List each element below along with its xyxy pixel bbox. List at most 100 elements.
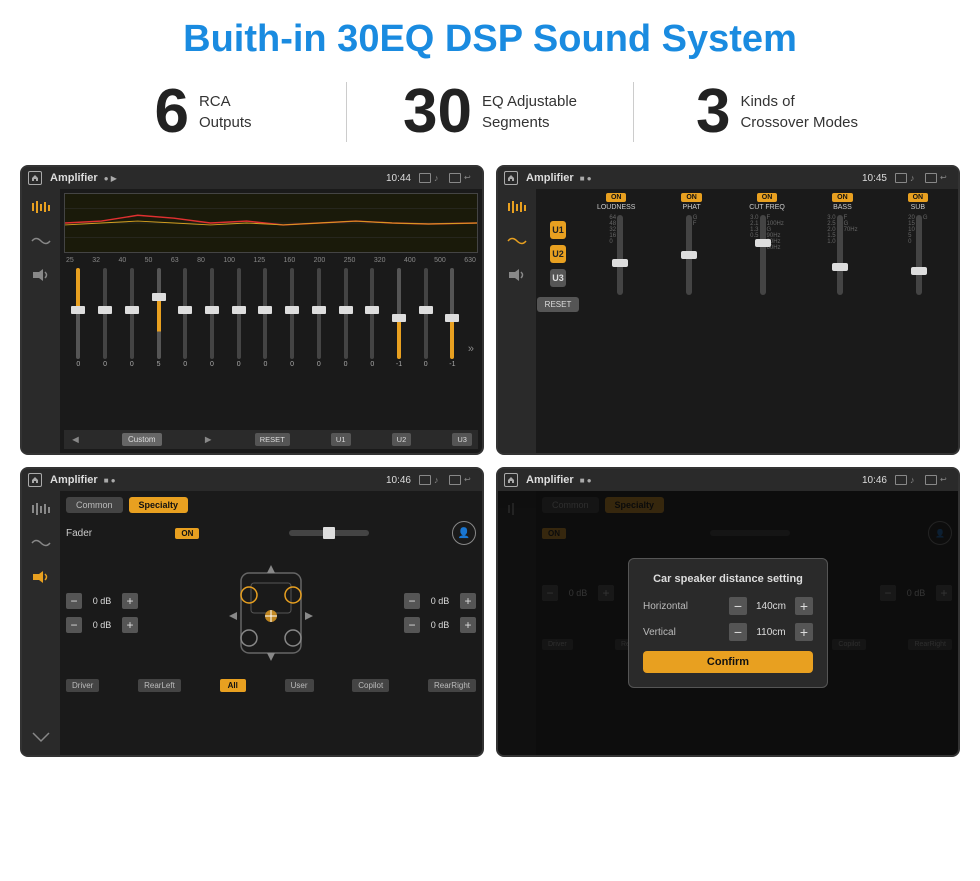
stat-label-rca: RCAOutputs: [199, 91, 252, 133]
btn-rearright[interactable]: RearRight: [428, 679, 476, 692]
stat-number-6: 6: [154, 81, 188, 143]
dialog-vertical-minus[interactable]: −: [729, 623, 747, 641]
eq-slider-15[interactable]: -1: [440, 268, 465, 368]
fader-plus-2[interactable]: +: [122, 617, 138, 633]
eq-u2-btn[interactable]: U2: [392, 433, 412, 446]
bass-label: BASS: [833, 204, 852, 211]
fader-plus-4[interactable]: +: [460, 617, 476, 633]
home-icon-s3: [28, 473, 42, 487]
btn-all[interactable]: All: [220, 679, 246, 692]
screen1-status-icons: ♪ ↩: [419, 173, 476, 183]
screen4-title: Amplifier: [526, 474, 574, 486]
eq-icon-3[interactable]: [28, 499, 54, 519]
btn-copilot[interactable]: Copilot: [352, 679, 389, 692]
channel-u2[interactable]: U2: [550, 245, 566, 263]
eq-right-arrow[interactable]: »: [466, 268, 476, 430]
fader-left: − 0 dB + − 0 dB +: [66, 593, 138, 633]
screen2-icon-3: [925, 173, 937, 183]
fader-minus-4[interactable]: −: [404, 617, 420, 633]
eq-slider-10[interactable]: 0: [306, 268, 331, 368]
speaker-icon-3[interactable]: [28, 567, 54, 587]
fader-minus-3[interactable]: −: [404, 593, 420, 609]
tab-common[interactable]: Common: [66, 497, 123, 513]
eq-slider-8[interactable]: 0: [253, 268, 278, 368]
eq-slider-13[interactable]: -1: [387, 268, 412, 368]
eq-slider-7[interactable]: 0: [226, 268, 251, 368]
dialog-title: Car speaker distance setting: [643, 573, 813, 585]
btn-driver[interactable]: Driver: [66, 679, 99, 692]
bass-slider[interactable]: [837, 215, 843, 295]
dialog-vertical-plus[interactable]: +: [795, 623, 813, 641]
channel-u1[interactable]: U1: [550, 221, 566, 239]
channel-u3[interactable]: U3: [550, 269, 566, 287]
eq-u3-btn[interactable]: U3: [452, 433, 472, 446]
screen1-sidebar: [22, 189, 60, 453]
expand-icon-3[interactable]: [28, 727, 54, 747]
stat-number-3: 3: [696, 81, 730, 143]
cutfreq-slider[interactable]: [760, 215, 766, 295]
eq-icon-2[interactable]: [504, 197, 530, 217]
speaker-icon-1[interactable]: [28, 265, 54, 285]
phat-on-badge[interactable]: ON: [681, 193, 702, 202]
sub-on-badge[interactable]: ON: [908, 193, 929, 202]
fader-db-row-1: − 0 dB +: [66, 593, 138, 609]
dialog-horizontal-plus[interactable]: +: [795, 597, 813, 615]
fader-db-row-2: − 0 dB +: [66, 617, 138, 633]
dialog-confirm-button[interactable]: Confirm: [643, 651, 813, 673]
eq-slider-9[interactable]: 0: [280, 268, 305, 368]
btn-rearleft[interactable]: RearLeft: [138, 679, 181, 692]
user-icon-circle[interactable]: 👤: [452, 521, 476, 545]
eq-icon-1[interactable]: [28, 197, 54, 217]
eq-slider-6[interactable]: 0: [200, 268, 225, 368]
fader-slider-h[interactable]: [289, 530, 369, 536]
eq-reset-btn[interactable]: RESET: [255, 433, 290, 446]
screen1-content: 2532405063 80100125160200 25032040050063…: [22, 189, 482, 453]
eq-slider-12[interactable]: 0: [360, 268, 385, 368]
wave-icon-3[interactable]: [28, 533, 54, 553]
btn-user[interactable]: User: [285, 679, 314, 692]
dialog-horizontal-row: Horizontal − 140cm +: [643, 597, 813, 615]
bass-on-badge[interactable]: ON: [832, 193, 853, 202]
fader-db-row-4: − 0 dB +: [404, 617, 476, 633]
eq-u1-btn[interactable]: U1: [331, 433, 351, 446]
eq-next-arrow[interactable]: ►: [203, 434, 214, 446]
phat-slider[interactable]: [686, 215, 692, 295]
loudness-on-badge[interactable]: ON: [606, 193, 627, 202]
bass-col: ON BASS 3.02.52.01.51.0 FG70Hz: [806, 193, 878, 449]
fader-minus-1[interactable]: −: [66, 593, 82, 609]
stat-number-30: 30: [403, 81, 472, 143]
eq-slider-4[interactable]: 5: [146, 268, 171, 368]
fader-db-val-1: 0 dB: [86, 596, 118, 606]
tab-specialty[interactable]: Specialty: [129, 497, 189, 513]
reset-btn-s2[interactable]: RESET: [537, 297, 580, 312]
eq-slider-11[interactable]: 0: [333, 268, 358, 368]
dialog-horizontal-minus[interactable]: −: [729, 597, 747, 615]
loudness-slider[interactable]: [617, 215, 623, 295]
fader-minus-2[interactable]: −: [66, 617, 82, 633]
wave-icon-2[interactable]: [504, 231, 530, 251]
eq-slider-1[interactable]: 0: [66, 268, 91, 368]
dialog-horizontal-label: Horizontal: [643, 601, 688, 612]
fader-plus-1[interactable]: +: [122, 593, 138, 609]
eq-prev-arrow[interactable]: ◄: [70, 434, 81, 446]
speaker-icon-2[interactable]: [504, 265, 530, 285]
eq-slider-2[interactable]: 0: [93, 268, 118, 368]
home-icon-s1: [28, 171, 42, 185]
eq-slider-3[interactable]: 0: [119, 268, 144, 368]
fader-on-badge[interactable]: ON: [175, 528, 199, 539]
cutfreq-on-badge[interactable]: ON: [757, 193, 778, 202]
fader-top-row: Fader ON 👤: [66, 521, 476, 545]
fader-plus-3[interactable]: +: [460, 593, 476, 609]
eq-slider-5[interactable]: 0: [173, 268, 198, 368]
sub-slider[interactable]: [916, 215, 922, 295]
screen2-icon-2: ♪: [910, 173, 922, 183]
eq-sliders-group: 0 0 0 5: [66, 268, 465, 430]
fader-db-row-3: − 0 dB +: [404, 593, 476, 609]
screen3-icon-4: ↩: [464, 475, 476, 485]
wave-icon-1[interactable]: [28, 231, 54, 251]
stat-label-eq: EQ AdjustableSegments: [482, 91, 577, 133]
screen3-fader-main: Common Specialty Fader ON 👤: [60, 491, 482, 755]
eq-graph: [64, 193, 478, 253]
screens-grid: Amplifier ● ▶ 10:44 ♪ ↩: [0, 157, 980, 767]
eq-slider-14[interactable]: 0: [413, 268, 438, 368]
